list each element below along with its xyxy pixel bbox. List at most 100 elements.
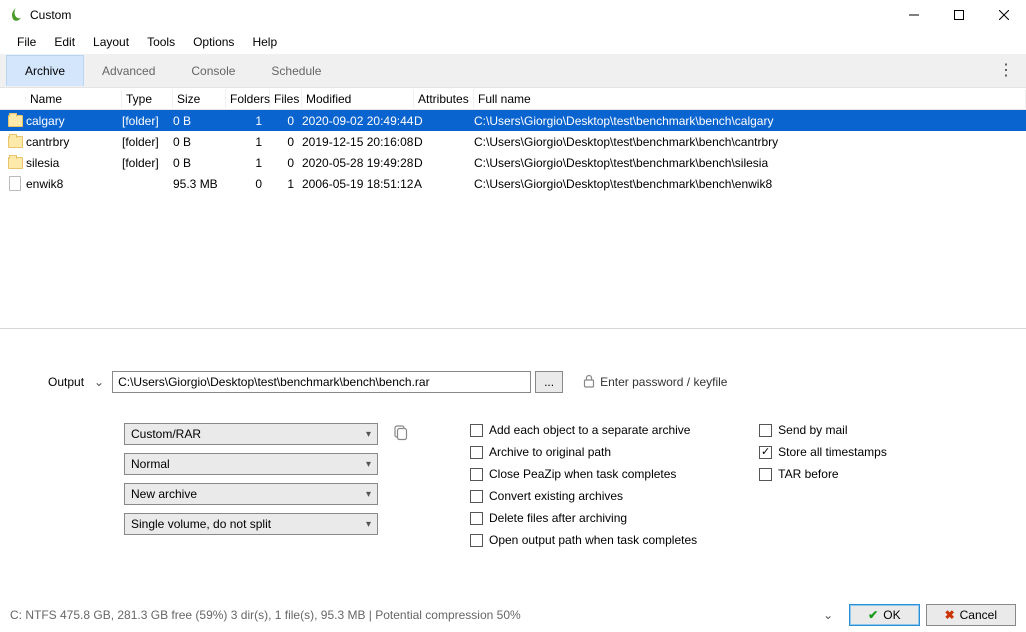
window-title: Custom	[30, 8, 71, 22]
checkbox-icon: ✓	[759, 446, 772, 459]
chevron-down-icon: ▾	[366, 519, 371, 530]
menu-file[interactable]: File	[8, 33, 45, 51]
cell-size: 0 B	[173, 135, 226, 149]
kebab-menu-icon[interactable]: ⋮	[998, 60, 1014, 80]
checkbox-icon	[470, 534, 483, 547]
checkbox-icon	[759, 424, 772, 437]
folder-icon	[4, 157, 26, 169]
cell-attributes: D	[414, 156, 474, 170]
col-type[interactable]: Type	[122, 90, 173, 108]
lock-icon	[583, 374, 595, 391]
password-button[interactable]: Enter password / keyfile	[583, 374, 727, 391]
table-row[interactable]: cantrbry[folder]0 B102019-12-15 20:16:08…	[0, 131, 1026, 152]
statusbar: C: NTFS 475.8 GB, 281.3 GB free (59%) 3 …	[0, 598, 1026, 632]
cell-folders: 1	[226, 114, 270, 128]
status-expand-icon[interactable]: ⌄	[823, 608, 833, 622]
check-left-2[interactable]: Close PeaZip when task completes	[470, 467, 697, 481]
cell-files: 0	[270, 135, 302, 149]
check-left-4[interactable]: Delete files after archiving	[470, 511, 697, 525]
checkbox-label: Store all timestamps	[778, 445, 887, 459]
table-row[interactable]: calgary[folder]0 B102020-09-02 20:49:44D…	[0, 110, 1026, 131]
checks-left-column: Add each object to a separate archive Arc…	[470, 423, 697, 547]
checkbox-icon	[470, 424, 483, 437]
ok-button[interactable]: ✔OK	[849, 604, 919, 626]
col-size[interactable]: Size	[173, 90, 226, 108]
checkbox-label: Open output path when task completes	[489, 533, 697, 547]
volume-split-select[interactable]: Single volume, do not split▾	[124, 513, 378, 535]
checks-right-column: Send by mail ✓ Store all timestamps TAR bef…	[759, 423, 887, 547]
table-row[interactable]: enwik895.3 MB012006-05-19 18:51:12AC:\Us…	[0, 173, 1026, 194]
x-icon: ✖	[945, 608, 955, 622]
format-select[interactable]: Custom/RAR▾	[124, 423, 378, 445]
check-right-0[interactable]: Send by mail	[759, 423, 887, 437]
cell-fullname: C:\Users\Giorgio\Desktop\test\benchmark\…	[474, 114, 1026, 128]
cell-files: 0	[270, 114, 302, 128]
password-label: Enter password / keyfile	[600, 375, 727, 389]
checkbox-label: Archive to original path	[489, 445, 611, 459]
check-icon: ✔	[868, 608, 878, 622]
menu-tools[interactable]: Tools	[138, 33, 184, 51]
cell-name: cantrbry	[26, 135, 122, 149]
file-list[interactable]: calgary[folder]0 B102020-09-02 20:49:44D…	[0, 110, 1026, 194]
tab-archive[interactable]: Archive	[6, 55, 84, 86]
menu-help[interactable]: Help	[243, 33, 286, 51]
cell-name: silesia	[26, 156, 122, 170]
archive-mode-select[interactable]: New archive▾	[124, 483, 378, 505]
col-modified[interactable]: Modified	[302, 90, 414, 108]
cell-type: [folder]	[122, 135, 173, 149]
col-attributes[interactable]: Attributes	[414, 90, 474, 108]
check-right-2[interactable]: TAR before	[759, 467, 887, 481]
checkbox-label: Close PeaZip when task completes	[489, 467, 676, 481]
cell-fullname: C:\Users\Giorgio\Desktop\test\benchmark\…	[474, 156, 1026, 170]
output-row: Output ⌄ ... Enter password / keyfile	[48, 371, 1026, 393]
folder-icon	[4, 136, 26, 148]
col-fullname[interactable]: Full name	[474, 90, 1026, 108]
cell-type: [folder]	[122, 156, 173, 170]
col-files[interactable]: Files	[270, 90, 302, 108]
check-left-0[interactable]: Add each object to a separate archive	[470, 423, 697, 437]
cell-files: 0	[270, 156, 302, 170]
check-left-5[interactable]: Open output path when task completes	[470, 533, 697, 547]
cell-name: calgary	[26, 114, 122, 128]
cell-files: 1	[270, 177, 302, 191]
folder-icon	[4, 115, 26, 127]
cell-modified: 2020-09-02 20:49:44	[302, 114, 414, 128]
cell-name: enwik8	[26, 177, 122, 191]
checkbox-label: Add each object to a separate archive	[489, 423, 690, 437]
cell-modified: 2020-05-28 19:49:28	[302, 156, 414, 170]
checkbox-icon	[470, 468, 483, 481]
checkbox-icon	[759, 468, 772, 481]
maximize-button[interactable]	[936, 0, 981, 30]
checkbox-icon	[470, 446, 483, 459]
menu-options[interactable]: Options	[184, 33, 243, 51]
table-row[interactable]: silesia[folder]0 B102020-05-28 19:49:28D…	[0, 152, 1026, 173]
browse-output-button[interactable]: ...	[535, 371, 563, 393]
cell-size: 0 B	[173, 156, 226, 170]
output-dropdown-icon[interactable]: ⌄	[94, 375, 104, 389]
tabbar: Archive Advanced Console Schedule ⋮	[0, 54, 1026, 88]
minimize-button[interactable]	[891, 0, 936, 30]
menu-edit[interactable]: Edit	[45, 33, 84, 51]
check-right-1[interactable]: ✓ Store all timestamps	[759, 445, 887, 459]
chevron-down-icon: ▾	[366, 429, 371, 440]
tab-schedule[interactable]: Schedule	[253, 56, 339, 86]
output-label: Output	[48, 375, 84, 389]
tab-console[interactable]: Console	[173, 56, 253, 86]
col-name[interactable]: Name	[26, 90, 122, 108]
output-path-input[interactable]	[112, 371, 531, 393]
compression-level-select[interactable]: Normal▾	[124, 453, 378, 475]
tab-advanced[interactable]: Advanced	[84, 56, 173, 86]
checkbox-icon	[470, 512, 483, 525]
copy-settings-icon[interactable]	[392, 425, 408, 444]
col-folders[interactable]: Folders	[226, 90, 270, 108]
checkbox-label: Send by mail	[778, 423, 847, 437]
titlebar: Custom	[0, 0, 1026, 30]
menu-layout[interactable]: Layout	[84, 33, 138, 51]
check-left-1[interactable]: Archive to original path	[470, 445, 697, 459]
close-button[interactable]	[981, 0, 1026, 30]
selects-column: Custom/RAR▾ Normal▾ New archive▾ Single …	[124, 423, 378, 547]
check-left-3[interactable]: Convert existing archives	[470, 489, 697, 503]
cell-attributes: D	[414, 114, 474, 128]
cancel-button[interactable]: ✖Cancel	[926, 604, 1016, 626]
cell-size: 0 B	[173, 114, 226, 128]
